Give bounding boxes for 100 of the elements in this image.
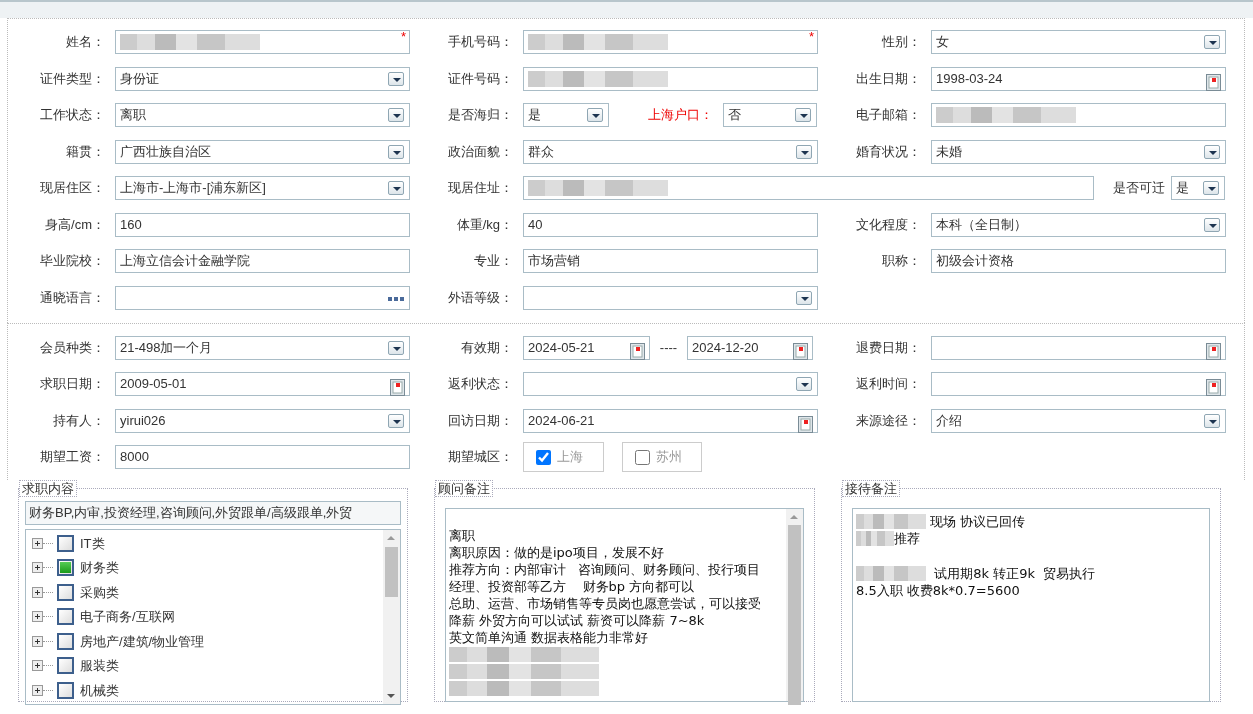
- checkbox[interactable]: [57, 608, 74, 626]
- field-label: 期望工资：: [39, 448, 106, 466]
- dropdown-button[interactable]: [1204, 144, 1220, 159]
- field-label: 专业：: [473, 252, 514, 270]
- dropdown-field[interactable]: 是: [1171, 176, 1225, 200]
- selected-jobs-field[interactable]: 财务BP,内审,投资经理,咨询顾问,外贸跟单/高级跟单,外贸: [25, 501, 401, 525]
- field-label: 现居住址：: [447, 179, 514, 197]
- dropdown-button[interactable]: [796, 144, 812, 159]
- text-field[interactable]: 8000: [115, 445, 410, 469]
- checkbox[interactable]: [635, 449, 650, 465]
- calendar-icon[interactable]: [390, 376, 405, 398]
- field-label: 回访日期：: [447, 411, 514, 430]
- calendar-icon[interactable]: [1206, 376, 1221, 398]
- tree-item[interactable]: 采购类: [80, 582, 119, 602]
- checkbox[interactable]: [57, 583, 74, 601]
- date-field[interactable]: 2024-12-20: [687, 335, 813, 360]
- checkbox[interactable]: [57, 632, 74, 650]
- note-text: 离职原因：做的是ipo项目，发展不好: [449, 544, 664, 561]
- expand-icon[interactable]: [32, 660, 43, 672]
- dropdown-button[interactable]: [388, 144, 404, 159]
- checkbox[interactable]: [57, 534, 74, 552]
- dropdown-button[interactable]: [388, 71, 404, 86]
- text-field[interactable]: *: [523, 30, 818, 54]
- dropdown-field[interactable]: 广西壮族自治区: [115, 139, 410, 164]
- expand-icon[interactable]: [32, 537, 43, 549]
- tree-item[interactable]: 房地产/建筑/物业管理: [80, 631, 205, 651]
- tree-item[interactable]: 服装类: [80, 656, 119, 676]
- dropdown-field[interactable]: 身份证: [115, 66, 410, 91]
- expand-icon[interactable]: [32, 611, 43, 623]
- expand-icon[interactable]: [32, 635, 43, 647]
- tree-item[interactable]: 电子商务/互联网: [80, 607, 175, 627]
- dropdown-field[interactable]: yirui026: [115, 408, 410, 433]
- checkbox[interactable]: [57, 657, 74, 675]
- dropdown-button[interactable]: [795, 108, 811, 122]
- tree-item[interactable]: IT类: [80, 533, 105, 553]
- field-label: 上海户口：: [647, 106, 714, 124]
- field-label: 籍贯：: [65, 142, 106, 161]
- panel-title: 接待备注: [842, 480, 900, 497]
- dropdown-button[interactable]: [1204, 413, 1220, 428]
- dropdown-field[interactable]: 离职: [115, 103, 410, 127]
- dropdown-field[interactable]: [523, 285, 818, 310]
- dropdown-field[interactable]: 否: [723, 103, 817, 127]
- text-field[interactable]: *: [115, 30, 410, 54]
- dropdown-button[interactable]: [587, 108, 603, 122]
- more-icon[interactable]: [388, 296, 404, 301]
- expand-icon[interactable]: [32, 562, 43, 574]
- date-field[interactable]: 1998-03-24: [931, 66, 1226, 91]
- note-text: 降薪 外贸方向可以试试 薪资可以降薪 7~8k: [449, 612, 705, 629]
- field-label: 出生日期：: [855, 69, 922, 88]
- field-label: 证件类型：: [39, 69, 106, 88]
- date-field[interactable]: 2009-05-01: [115, 372, 410, 396]
- field-label: 证件号码：: [447, 69, 514, 88]
- date-field[interactable]: [931, 335, 1226, 360]
- dropdown-button[interactable]: [796, 377, 812, 391]
- dropdown-button[interactable]: [388, 413, 404, 428]
- checkbox[interactable]: [57, 559, 74, 577]
- dropdown-button[interactable]: [1204, 35, 1220, 49]
- field-label: 返利状态：: [447, 375, 514, 393]
- field-label: 职称：: [881, 252, 922, 270]
- dropdown-field[interactable]: 21-498加一个月: [115, 335, 410, 360]
- dropdown-field[interactable]: 介绍: [931, 408, 1226, 433]
- text-field[interactable]: 市场营销: [523, 249, 818, 273]
- picker-field[interactable]: [115, 285, 410, 310]
- text-field[interactable]: [523, 66, 818, 91]
- checkbox[interactable]: [57, 681, 74, 699]
- dropdown-field[interactable]: 上海市-上海市-[浦东新区]: [115, 176, 410, 200]
- date-field[interactable]: [931, 372, 1226, 396]
- dropdown-button[interactable]: [796, 290, 812, 305]
- scrollbar[interactable]: [383, 530, 400, 704]
- text-field[interactable]: [931, 103, 1226, 127]
- dropdown-field[interactable]: 未婚: [931, 139, 1226, 164]
- dropdown-button[interactable]: [388, 340, 404, 355]
- dropdown-button[interactable]: [1204, 217, 1220, 232]
- field-label: 身高/cm：: [44, 215, 106, 234]
- dropdown-field[interactable]: 群众: [523, 139, 818, 164]
- dropdown-button[interactable]: [1203, 181, 1219, 195]
- note-text: 现场 协议已回传: [929, 513, 1026, 530]
- checkbox[interactable]: [536, 449, 551, 465]
- text-field[interactable]: 上海立信会计金融学院: [115, 249, 410, 273]
- text-field[interactable]: [523, 176, 1094, 200]
- note-text: 经理、投资部等乙方 财务bp 方向都可以: [449, 578, 695, 595]
- notes-area[interactable]: 离职 离职原因：做的是ipo项目，发展不好 推荐方向：内部审计 咨询顾问、财务顾问、投行项目 经理、投资部等乙方 财务bp 方向都可以 总助、运营、市场销售等专员岗也愿意尝试，可以接受 降薪 外贸方向可以试试 薪资可以降薪 7~8k 英文简单沟通 数据表格能力非常好: [445, 508, 804, 702]
- text-field[interactable]: 初级会计资格: [931, 249, 1226, 273]
- dropdown-field[interactable]: 女: [931, 30, 1226, 54]
- expand-icon[interactable]: [32, 684, 43, 696]
- dropdown-field[interactable]: 本科（全日制）: [931, 212, 1226, 237]
- dropdown-button[interactable]: [388, 108, 404, 122]
- dropdown-field[interactable]: 是: [523, 103, 609, 127]
- field-label: 来源途径：: [855, 411, 922, 430]
- date-field[interactable]: 2024-05-21: [523, 335, 650, 360]
- date-field[interactable]: 2024-06-21: [523, 408, 818, 433]
- field-label: 通晓语言：: [39, 288, 106, 307]
- tree-item[interactable]: 机械类: [80, 680, 119, 700]
- expand-icon[interactable]: [32, 586, 43, 598]
- tree-item[interactable]: 财务类: [80, 558, 119, 578]
- dropdown-field[interactable]: [523, 372, 818, 396]
- text-field[interactable]: 40: [523, 212, 818, 237]
- dropdown-button[interactable]: [388, 181, 404, 195]
- notes-area[interactable]: 现场 协议已回传 推荐 试用期8k 转正9k 贸易执行 8.5入职 收费8k*0.7=5600: [852, 508, 1210, 702]
- text-field[interactable]: 160: [115, 212, 410, 237]
